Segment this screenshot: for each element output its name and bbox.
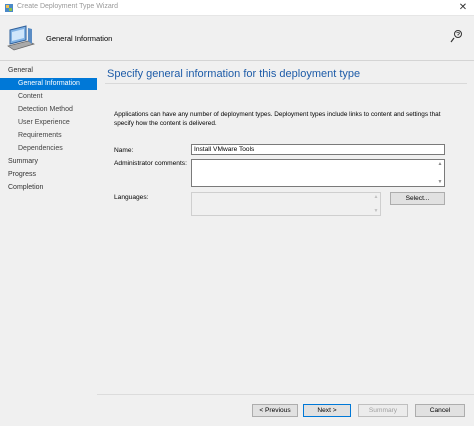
admin-comments-label: Administrator comments:	[114, 160, 187, 167]
header-title: General Information	[46, 34, 113, 43]
content-panel: Specify general information for this dep…	[97, 61, 474, 426]
nav-item-summary[interactable]: Summary	[8, 156, 38, 168]
page-description: Applications can have any number of depl…	[114, 111, 441, 127]
help-icon[interactable]	[450, 29, 464, 43]
name-field[interactable]: Install VMware Tools	[191, 144, 445, 155]
nav-item-general-information[interactable]: General Information	[0, 78, 97, 90]
cancel-button[interactable]: Cancel	[415, 404, 465, 417]
nav-item-dependencies[interactable]: Dependencies	[18, 143, 63, 155]
name-label: Name:	[114, 147, 134, 154]
languages-label: Languages:	[114, 194, 149, 201]
nav-item-progress[interactable]: Progress	[8, 169, 36, 181]
app-icon	[5, 4, 13, 12]
scroll-down-icon[interactable]: ▼	[437, 179, 443, 185]
computer-icon	[7, 25, 35, 51]
title-bar: Create Deployment Type Wizard ✕	[0, 0, 474, 16]
nav-item-content[interactable]: Content	[18, 91, 43, 103]
scroll-down-icon: ▼	[373, 208, 379, 214]
languages-field: ▲ ▼	[191, 192, 381, 216]
scroll-up-icon: ▲	[373, 194, 379, 200]
wizard-header: General Information	[0, 16, 474, 61]
window-title: Create Deployment Type Wizard	[17, 3, 119, 10]
previous-button[interactable]: < Previous	[252, 404, 298, 417]
nav-item-requirements[interactable]: Requirements	[18, 130, 62, 142]
admin-comments-field[interactable]: ▲ ▼	[191, 159, 445, 187]
page-title: Specify general information for this dep…	[107, 68, 361, 80]
nav-item-general[interactable]: General	[8, 65, 33, 77]
next-button[interactable]: Next >	[303, 404, 351, 417]
footer-divider	[97, 394, 474, 395]
wizard-nav: General General Information Content Dete…	[0, 61, 97, 426]
scroll-up-icon[interactable]: ▲	[437, 161, 443, 167]
select-languages-button[interactable]: Select...	[390, 192, 445, 205]
nav-item-detection-method[interactable]: Detection Method	[18, 104, 73, 116]
nav-item-completion[interactable]: Completion	[8, 182, 43, 194]
close-button[interactable]: ✕	[452, 0, 474, 15]
title-divider	[105, 83, 467, 84]
nav-item-user-experience[interactable]: User Experience	[18, 117, 70, 129]
summary-button: Summary	[358, 404, 408, 417]
